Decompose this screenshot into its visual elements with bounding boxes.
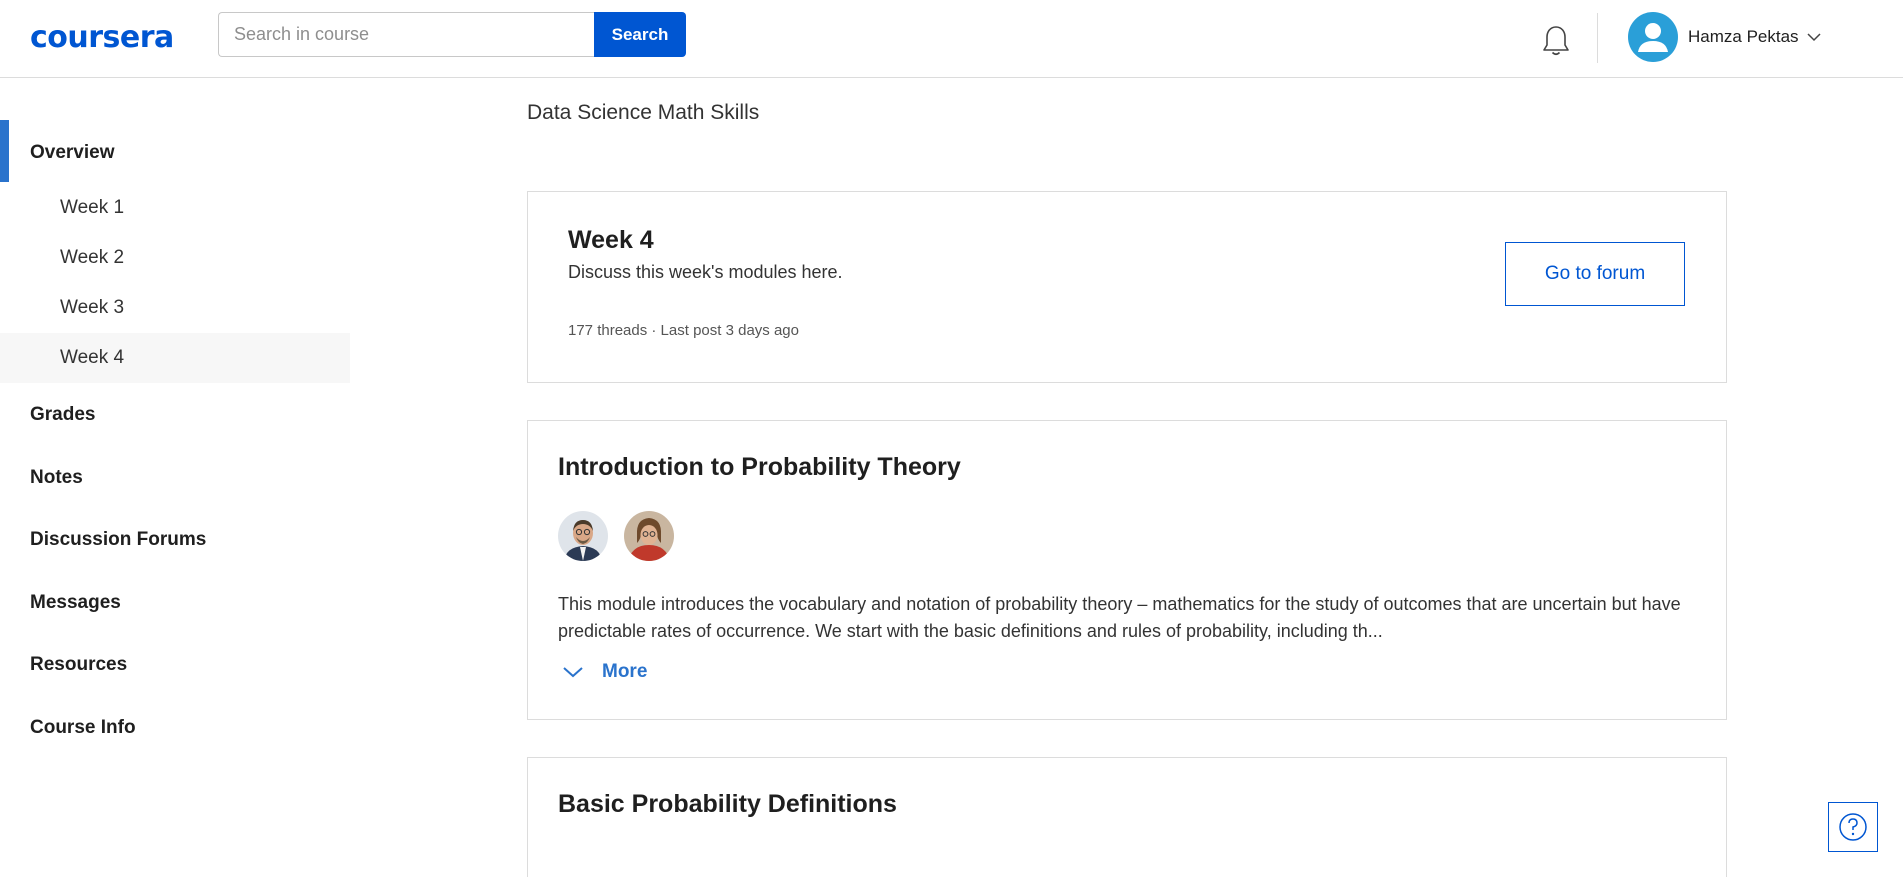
sidebar-item-label: Week 1 [60, 197, 125, 218]
sidebar-item-week-1[interactable]: Week 1 [0, 183, 350, 233]
help-button[interactable] [1828, 802, 1878, 852]
sidebar-item-label: Grades [30, 404, 96, 425]
sidebar-item-notes[interactable]: Notes [0, 467, 350, 497]
week-title: Week 4 [568, 226, 654, 254]
sidebar-item-week-4[interactable]: Week 4 [0, 333, 350, 383]
sidebar-item-messages[interactable]: Messages [0, 592, 350, 622]
sidebar-item-course-info[interactable]: Course Info [0, 717, 350, 747]
go-to-forum-button[interactable]: Go to forum [1505, 242, 1685, 306]
search-button[interactable]: Search [594, 12, 686, 57]
sidebar-item-overview[interactable]: Overview [0, 142, 350, 172]
module-title[interactable]: Introduction to Probability Theory [558, 453, 961, 482]
module-description: This module introduces the vocabulary an… [558, 594, 1681, 641]
sidebar-item-label: Week 3 [60, 297, 125, 318]
sidebar-item-label: Messages [30, 592, 121, 613]
chevron-down-icon [1807, 33, 1821, 42]
more-toggle[interactable]: More [562, 661, 647, 683]
instructor-avatar[interactable] [624, 511, 674, 561]
module-card: Basic Probability Definitions [527, 757, 1727, 877]
sidebar-item-label: Notes [30, 467, 83, 488]
sidebar-item-discussion-forums[interactable]: Discussion Forums [0, 529, 350, 559]
bell-icon[interactable] [1540, 24, 1572, 58]
search-bar: Search [218, 12, 686, 57]
module-card: Introduction to Probability Theory This … [527, 420, 1727, 720]
instructor-avatar[interactable] [558, 511, 608, 561]
sidebar-item-label: Resources [30, 654, 128, 675]
sidebar-item-resources[interactable]: Resources [0, 654, 350, 684]
help-icon [1839, 813, 1867, 841]
search-input[interactable] [218, 12, 594, 57]
sidebar-item-label: Course Info [30, 717, 136, 738]
course-title: Data Science Math Skills [527, 101, 760, 124]
top-header: coursera Search Hamza Pektas [0, 0, 1903, 78]
module-title[interactable]: Basic Probability Definitions [558, 790, 897, 819]
sidebar-item-week-2[interactable]: Week 2 [0, 233, 350, 283]
sidebar-item-grades[interactable]: Grades [0, 404, 350, 434]
sidebar-item-label: Week 4 [60, 347, 125, 368]
user-name: Hamza Pektas [1688, 27, 1799, 46]
week-forum-card: Week 4 Discuss this week's modules here.… [527, 191, 1727, 383]
sidebar-item-label: Week 2 [60, 247, 125, 268]
forum-meta: 177 threads · Last post 3 days ago [568, 322, 799, 339]
coursera-logo[interactable]: coursera [30, 20, 174, 55]
course-sidebar: Overview Week 1 Week 2 Week 3 Week 4 Gra… [0, 78, 350, 877]
sidebar-item-label: Overview [30, 142, 115, 163]
user-menu[interactable]: Hamza Pektas [1628, 12, 1821, 62]
chevron-down-icon [563, 667, 583, 678]
sidebar-item-label: Discussion Forums [30, 529, 207, 550]
sidebar-item-week-3[interactable]: Week 3 [0, 283, 350, 333]
week-description: Discuss this week's modules here. [568, 262, 843, 282]
more-label: More [602, 661, 648, 682]
header-divider [1597, 13, 1598, 63]
user-avatar-icon [1628, 12, 1678, 62]
